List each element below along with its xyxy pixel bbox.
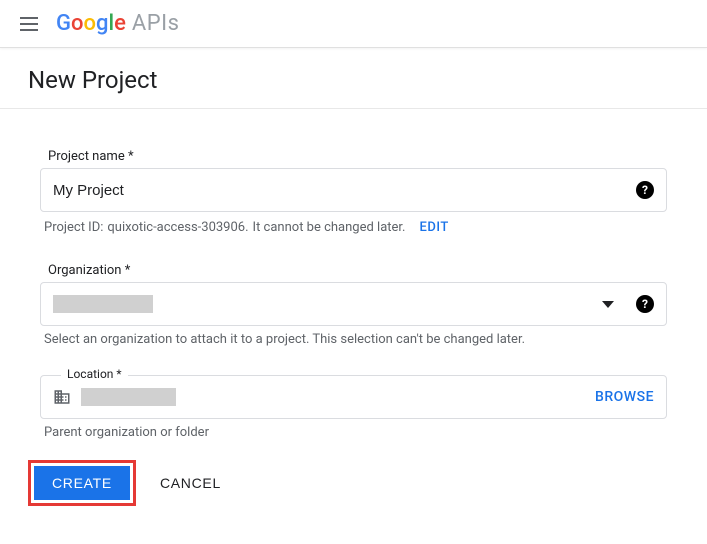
organization-select[interactable]: ? bbox=[40, 282, 667, 326]
edit-project-id-link[interactable]: EDIT bbox=[419, 220, 448, 235]
create-button[interactable]: CREATE bbox=[34, 466, 130, 500]
help-icon[interactable]: ? bbox=[636, 295, 654, 313]
project-name-input-wrap: ? bbox=[40, 168, 667, 212]
location-helper: Parent organization or folder bbox=[40, 419, 667, 440]
project-id-value: quixotic-access-303906. bbox=[107, 220, 248, 235]
page-header: New Project bbox=[0, 48, 707, 109]
help-icon[interactable]: ? bbox=[636, 181, 654, 199]
building-icon bbox=[53, 388, 71, 406]
project-name-input[interactable] bbox=[53, 182, 636, 199]
organization-label: Organization * bbox=[40, 263, 667, 278]
project-name-label: Project name * bbox=[40, 149, 667, 164]
topbar: Google APIs bbox=[0, 0, 707, 48]
product-label: APIs bbox=[132, 11, 180, 36]
location-label: Location * bbox=[61, 367, 128, 381]
project-name-field: Project name * ? Project ID: quixotic-ac… bbox=[40, 149, 667, 235]
google-apis-logo: Google APIs bbox=[56, 11, 179, 36]
organization-helper: Select an organization to attach it to a… bbox=[40, 326, 667, 347]
new-project-form: Project name * ? Project ID: quixotic-ac… bbox=[0, 109, 707, 460]
location-field: Location * BROWSE Parent organization or… bbox=[40, 375, 667, 440]
project-id-prefix: Project ID: bbox=[44, 220, 103, 235]
organization-field: Organization * ? Select an organization … bbox=[40, 263, 667, 347]
create-highlight: CREATE bbox=[28, 460, 136, 506]
organization-value-redacted bbox=[53, 295, 153, 313]
project-id-notice: It cannot be changed later. bbox=[253, 220, 406, 235]
browse-button[interactable]: BROWSE bbox=[595, 389, 654, 405]
location-input-wrap: Location * BROWSE bbox=[40, 375, 667, 419]
project-id-hint: Project ID: quixotic-access-303906. It c… bbox=[40, 212, 667, 235]
cancel-button[interactable]: CANCEL bbox=[160, 475, 221, 491]
action-bar: CREATE CANCEL bbox=[0, 460, 707, 506]
chevron-down-icon bbox=[602, 301, 614, 308]
location-value-redacted bbox=[81, 388, 176, 406]
page-title: New Project bbox=[28, 66, 679, 94]
menu-icon[interactable] bbox=[16, 13, 42, 35]
